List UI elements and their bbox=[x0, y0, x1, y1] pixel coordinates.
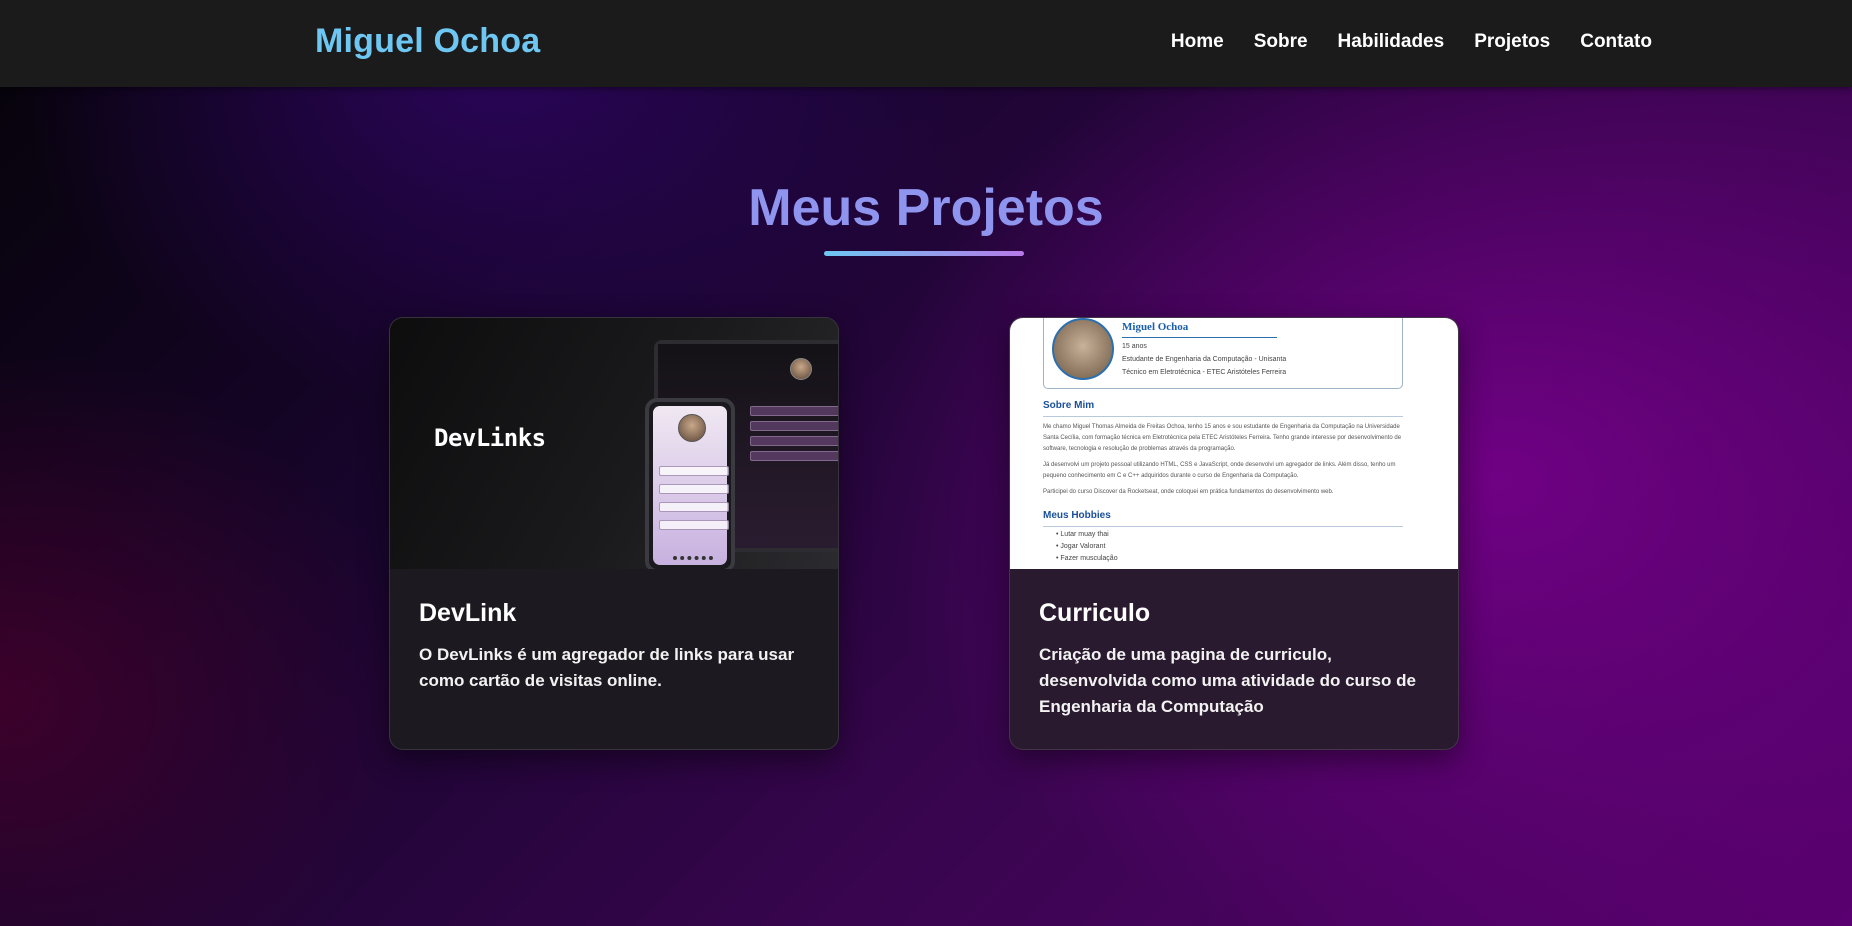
divider bbox=[1043, 416, 1403, 417]
project-card-curriculo[interactable]: Miguel Ochoa 15 anos Estudante de Engenh… bbox=[1009, 317, 1459, 750]
link-row bbox=[750, 421, 838, 431]
resume-list-item: Fazer musculação bbox=[1056, 555, 1117, 562]
resume-photo bbox=[1052, 318, 1114, 380]
nav-link-home[interactable]: Home bbox=[1171, 31, 1224, 53]
divider bbox=[1043, 526, 1403, 527]
project-image-curriculo: Miguel Ochoa 15 anos Estudante de Engenh… bbox=[1010, 318, 1458, 569]
link-row bbox=[750, 406, 838, 416]
link-row bbox=[750, 436, 838, 446]
resume-paragraph: Me chamo Miguel Thomas Almeida de Freita… bbox=[1043, 424, 1402, 452]
phone-mockup bbox=[645, 398, 735, 569]
nav-link-contato[interactable]: Contato bbox=[1580, 31, 1652, 53]
nav-links: Home Sobre Habilidades Projetos Contato bbox=[1141, 31, 1652, 53]
avatar bbox=[678, 414, 706, 442]
project-description: O DevLinks é um agregador de links para … bbox=[419, 645, 795, 690]
resume-section-heading: Meus Hobbies bbox=[1043, 510, 1111, 521]
nav-link-habilidades[interactable]: Habilidades bbox=[1338, 31, 1445, 53]
link-row bbox=[750, 451, 838, 461]
divider bbox=[1122, 337, 1277, 338]
link-row bbox=[659, 484, 729, 494]
resume-list-item: Jogar Valorant bbox=[1056, 543, 1105, 550]
resume-paragraph: Já desenvolvi um projeto pessoal utiliza… bbox=[1043, 462, 1396, 479]
brand-logo[interactable]: Miguel Ochoa bbox=[315, 22, 540, 61]
card-body: Curriculo Criação de uma pagina de curri… bbox=[1010, 569, 1458, 749]
project-title: DevLink bbox=[419, 599, 517, 627]
resume-list-item: Lutar muay thai bbox=[1056, 531, 1108, 538]
resume-section-heading: Sobre Mim bbox=[1043, 400, 1095, 411]
link-row bbox=[659, 502, 729, 512]
section-title: Meus Projetos bbox=[748, 179, 1104, 237]
social-icons bbox=[673, 556, 713, 561]
resume-info-line: Técnico em Eletrotécnica - ETEC Aristóte… bbox=[1122, 369, 1287, 376]
resume-info-line: 15 anos bbox=[1122, 343, 1147, 350]
resume-paragraph: Participei do curso Discover da Rocketse… bbox=[1043, 489, 1334, 495]
card-body: DevLink O DevLinks é um agregador de lin… bbox=[390, 569, 838, 724]
nav-link-projetos[interactable]: Projetos bbox=[1474, 31, 1550, 53]
resume-name: Miguel Ochoa bbox=[1122, 321, 1189, 333]
title-underline bbox=[824, 251, 1024, 256]
project-card-devlink[interactable]: DevLinks DevLink O DevLinks é um agregad… bbox=[389, 317, 839, 750]
project-image-devlink: DevLinks bbox=[390, 318, 838, 569]
navbar: Miguel Ochoa Home Sobre Habilidades Proj… bbox=[0, 0, 1852, 87]
project-title: Curriculo bbox=[1039, 599, 1151, 627]
resume-preview: Miguel Ochoa 15 anos Estudante de Engenh… bbox=[1010, 318, 1458, 569]
avatar bbox=[790, 358, 812, 380]
nav-link-sobre[interactable]: Sobre bbox=[1254, 31, 1308, 53]
link-row bbox=[659, 520, 729, 530]
project-description: Criação de uma pagina de curriculo, dese… bbox=[1039, 645, 1416, 716]
resume-info-line: Estudante de Engenharia da Computação - … bbox=[1122, 356, 1287, 363]
link-row bbox=[659, 466, 729, 476]
devlinks-logo: DevLinks bbox=[434, 424, 546, 452]
phone-screen bbox=[653, 406, 729, 565]
